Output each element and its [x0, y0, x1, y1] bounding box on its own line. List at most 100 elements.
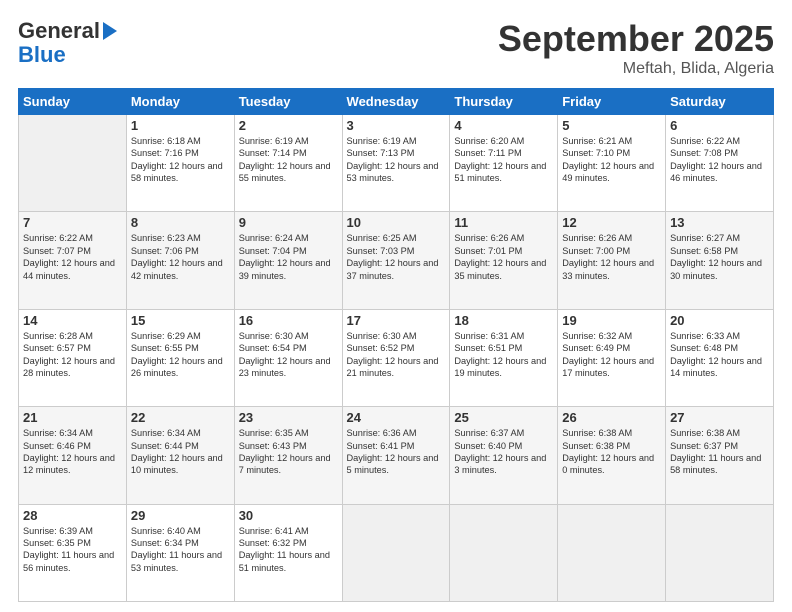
table-cell: 27Sunrise: 6:38 AM Sunset: 6:37 PM Dayli… [666, 407, 774, 504]
cell-details: Sunrise: 6:21 AM Sunset: 7:10 PM Dayligh… [562, 135, 661, 185]
day-number: 13 [670, 215, 769, 230]
cell-details: Sunrise: 6:36 AM Sunset: 6:41 PM Dayligh… [347, 427, 446, 477]
title-area: September 2025 Meftah, Blida, Algeria [498, 18, 774, 78]
cell-details: Sunrise: 6:19 AM Sunset: 7:13 PM Dayligh… [347, 135, 446, 185]
day-number: 7 [23, 215, 122, 230]
col-sunday: Sunday [19, 89, 127, 115]
table-cell: 22 Sunrise: 6:34 AM Sunset: 6:44 PM Dayli… [126, 407, 234, 504]
day-number: 15 [131, 313, 230, 328]
cell-details: Sunrise: 6:19 AM Sunset: 7:14 PM Dayligh… [239, 135, 338, 185]
day-number: 17 [347, 313, 446, 328]
month-title: September 2025 [498, 18, 774, 60]
col-saturday: Saturday [666, 89, 774, 115]
table-cell: 3 Sunrise: 6:19 AM Sunset: 7:13 PM Daylig… [342, 115, 450, 212]
day-number: 19 [562, 313, 661, 328]
day-number: 8 [131, 215, 230, 230]
table-cell: 28 Sunrise: 6:39 AM Sunset: 6:35 PM Dayli… [19, 504, 127, 601]
cell-details: Sunrise: 6:26 AM Sunset: 7:00 PM Dayligh… [562, 232, 661, 282]
cell-details: Sunrise: 6:29 AM Sunset: 6:55 PM Dayligh… [131, 330, 230, 380]
table-cell: 8 Sunrise: 6:23 AM Sunset: 7:06 PM Daylig… [126, 212, 234, 309]
col-tuesday: Tuesday [234, 89, 342, 115]
day-number: 24 [347, 410, 446, 425]
logo-line2: Blue [18, 42, 66, 68]
cell-details: Sunrise: 6:35 AM Sunset: 6:43 PM Dayligh… [239, 427, 338, 477]
day-number: 23 [239, 410, 338, 425]
cell-details: Sunrise: 6:34 AM Sunset: 6:44 PM Dayligh… [131, 427, 230, 477]
table-cell: 12Sunrise: 6:26 AM Sunset: 7:00 PM Dayli… [558, 212, 666, 309]
cell-details: Sunrise: 6:31 AM Sunset: 6:51 PM Dayligh… [454, 330, 553, 380]
day-number: 6 [670, 118, 769, 133]
col-thursday: Thursday [450, 89, 558, 115]
table-cell: 19 Sunrise: 6:32 AM Sunset: 6:49 PM Dayli… [558, 309, 666, 406]
day-number: 16 [239, 313, 338, 328]
cell-details: Sunrise: 6:30 AM Sunset: 6:52 PM Dayligh… [347, 330, 446, 380]
logo-line1: General [18, 18, 117, 44]
cell-details: Sunrise: 6:40 AM Sunset: 6:34 PM Dayligh… [131, 525, 230, 575]
cell-details: Sunrise: 6:27 AM Sunset: 6:58 PM Dayligh… [670, 232, 769, 282]
col-monday: Monday [126, 89, 234, 115]
day-number: 27 [670, 410, 769, 425]
table-cell: 4 Sunrise: 6:20 AM Sunset: 7:11 PM Daylig… [450, 115, 558, 212]
cell-details: Sunrise: 6:34 AM Sunset: 6:46 PM Dayligh… [23, 427, 122, 477]
day-number: 20 [670, 313, 769, 328]
day-number: 9 [239, 215, 338, 230]
day-number: 30 [239, 508, 338, 523]
day-number: 14 [23, 313, 122, 328]
table-cell: 7 Sunrise: 6:22 AM Sunset: 7:07 PM Daylig… [19, 212, 127, 309]
cell-details: Sunrise: 6:38 AM Sunset: 6:38 PM Dayligh… [562, 427, 661, 477]
logo-general: General [18, 18, 100, 44]
day-number: 4 [454, 118, 553, 133]
table-cell: 10 Sunrise: 6:25 AM Sunset: 7:03 PM Dayli… [342, 212, 450, 309]
table-cell [666, 504, 774, 601]
cell-details: Sunrise: 6:23 AM Sunset: 7:06 PM Dayligh… [131, 232, 230, 282]
cell-details: Sunrise: 6:26 AM Sunset: 7:01 PM Dayligh… [454, 232, 553, 282]
day-number: 1 [131, 118, 230, 133]
table-cell: 24 Sunrise: 6:36 AM Sunset: 6:41 PM Dayli… [342, 407, 450, 504]
col-friday: Friday [558, 89, 666, 115]
day-number: 11 [454, 215, 553, 230]
table-cell: 26 Sunrise: 6:38 AM Sunset: 6:38 PM Dayli… [558, 407, 666, 504]
cell-details: Sunrise: 6:22 AM Sunset: 7:07 PM Dayligh… [23, 232, 122, 282]
table-cell: 20 Sunrise: 6:33 AM Sunset: 6:48 PM Dayli… [666, 309, 774, 406]
table-cell: 6 Sunrise: 6:22 AM Sunset: 7:08 PM Daylig… [666, 115, 774, 212]
cell-details: Sunrise: 6:22 AM Sunset: 7:08 PM Dayligh… [670, 135, 769, 185]
cell-details: Sunrise: 6:37 AM Sunset: 6:40 PM Dayligh… [454, 427, 553, 477]
table-cell [450, 504, 558, 601]
table-cell: 15 Sunrise: 6:29 AM Sunset: 6:55 PM Dayli… [126, 309, 234, 406]
day-number: 26 [562, 410, 661, 425]
cell-details: Sunrise: 6:25 AM Sunset: 7:03 PM Dayligh… [347, 232, 446, 282]
table-cell: 11 Sunrise: 6:26 AM Sunset: 7:01 PM Dayli… [450, 212, 558, 309]
table-cell: 13 Sunrise: 6:27 AM Sunset: 6:58 PM Dayli… [666, 212, 774, 309]
day-number: 21 [23, 410, 122, 425]
day-number: 18 [454, 313, 553, 328]
table-cell: 2 Sunrise: 6:19 AM Sunset: 7:14 PM Daylig… [234, 115, 342, 212]
day-number: 2 [239, 118, 338, 133]
cell-details: Sunrise: 6:24 AM Sunset: 7:04 PM Dayligh… [239, 232, 338, 282]
cell-details: Sunrise: 6:33 AM Sunset: 6:48 PM Dayligh… [670, 330, 769, 380]
table-cell [558, 504, 666, 601]
day-number: 29 [131, 508, 230, 523]
cell-details: Sunrise: 6:32 AM Sunset: 6:49 PM Dayligh… [562, 330, 661, 380]
day-number: 3 [347, 118, 446, 133]
table-cell: 21 Sunrise: 6:34 AM Sunset: 6:46 PM Dayli… [19, 407, 127, 504]
table-cell [342, 504, 450, 601]
table-cell [19, 115, 127, 212]
table-cell: 25 Sunrise: 6:37 AM Sunset: 6:40 PM Dayli… [450, 407, 558, 504]
table-cell: 9 Sunrise: 6:24 AM Sunset: 7:04 PM Daylig… [234, 212, 342, 309]
logo-arrow-icon [103, 22, 117, 40]
day-number: 25 [454, 410, 553, 425]
table-cell: 14Sunrise: 6:28 AM Sunset: 6:57 PM Dayli… [19, 309, 127, 406]
table-cell: 29 Sunrise: 6:40 AM Sunset: 6:34 PM Dayli… [126, 504, 234, 601]
table-cell: 16Sunrise: 6:30 AM Sunset: 6:54 PM Dayli… [234, 309, 342, 406]
day-number: 10 [347, 215, 446, 230]
day-number: 28 [23, 508, 122, 523]
page: General Blue September 2025 Meftah, Blid… [0, 0, 792, 612]
header: General Blue September 2025 Meftah, Blid… [18, 18, 774, 78]
table-cell: 23 Sunrise: 6:35 AM Sunset: 6:43 PM Dayli… [234, 407, 342, 504]
location: Meftah, Blida, Algeria [498, 60, 774, 78]
cell-details: Sunrise: 6:39 AM Sunset: 6:35 PM Dayligh… [23, 525, 122, 575]
calendar-table: Sunday Monday Tuesday Wednesday Thursday… [18, 88, 774, 602]
day-number: 22 [131, 410, 230, 425]
day-number: 5 [562, 118, 661, 133]
cell-details: Sunrise: 6:20 AM Sunset: 7:11 PM Dayligh… [454, 135, 553, 185]
